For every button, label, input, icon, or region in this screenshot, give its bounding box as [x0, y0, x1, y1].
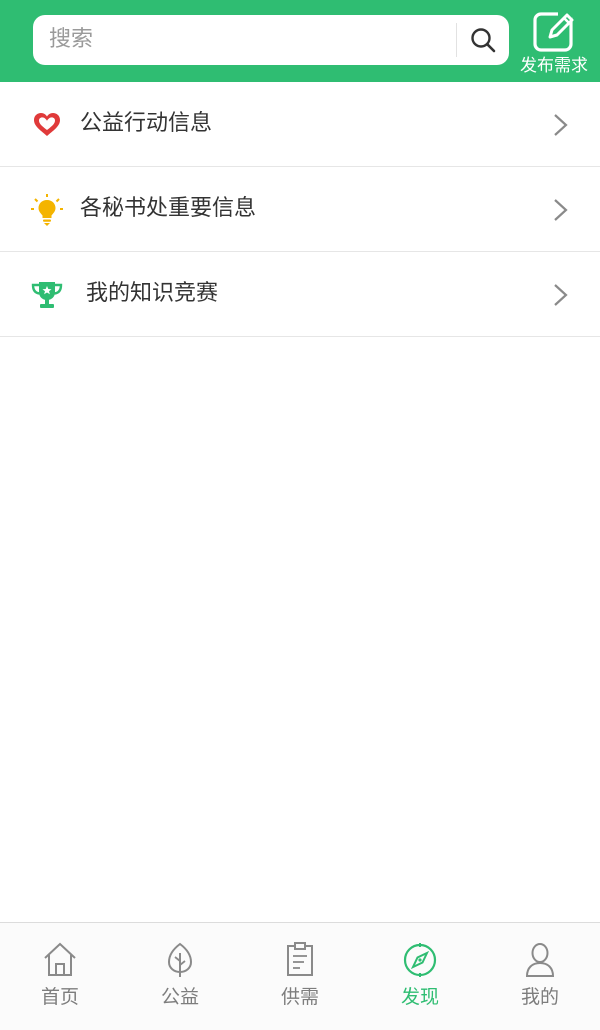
tab-label: 发现 [400, 986, 439, 1008]
lightbulb-icon [31, 194, 63, 226]
list-item-label: 公益行动信息 [80, 111, 213, 136]
tab-me[interactable]: 我的 [480, 923, 600, 1030]
chevron-right-icon [554, 284, 568, 306]
tab-supply-demand[interactable]: 供需 [240, 923, 360, 1030]
chevron-right-icon [554, 114, 568, 136]
bottom-tab-bar: 首页 公益 供需 发现 我的 [0, 922, 600, 1030]
tab-discover[interactable]: 发现 [360, 923, 480, 1030]
top-bar: 搜索 发布需求 [0, 0, 600, 82]
discover-page: 搜索 发布需求 公益行动信息 各秘书处重要信息 我的知识竞赛 首页 公益 供需 … [0, 0, 600, 1030]
tab-label: 公益 [160, 986, 199, 1008]
search-button[interactable] [461, 21, 505, 59]
leaf-icon [167, 942, 193, 977]
list-item-charity-actions[interactable]: 公益行动信息 [0, 82, 600, 167]
user-icon [525, 943, 555, 977]
trophy-icon [31, 282, 63, 308]
edit-icon [533, 10, 574, 52]
search-placeholder: 搜索 [49, 27, 94, 52]
chevron-right-icon [554, 199, 568, 221]
list-item-label: 我的知识竞赛 [86, 281, 219, 306]
list-item-label: 各秘书处重要信息 [80, 196, 257, 221]
document-icon [287, 942, 313, 976]
compass-icon [403, 943, 437, 977]
list-item-knowledge-contest[interactable]: 我的知识竞赛 [0, 252, 600, 337]
tab-label: 我的 [520, 986, 559, 1008]
search-divider [456, 23, 457, 57]
tab-home[interactable]: 首页 [0, 923, 120, 1030]
search-input[interactable]: 搜索 [33, 15, 509, 65]
heart-icon [34, 113, 60, 136]
discover-list: 公益行动信息 各秘书处重要信息 我的知识竞赛 [0, 82, 600, 337]
home-icon [44, 942, 76, 976]
search-icon [471, 28, 496, 53]
publish-request-label: 发布需求 [520, 56, 588, 76]
publish-request-button[interactable]: 发布需求 [514, 6, 594, 78]
list-item-secretariat-info[interactable]: 各秘书处重要信息 [0, 167, 600, 252]
tab-label: 首页 [40, 986, 79, 1008]
tab-charity[interactable]: 公益 [120, 923, 240, 1030]
tab-label: 供需 [280, 986, 319, 1008]
